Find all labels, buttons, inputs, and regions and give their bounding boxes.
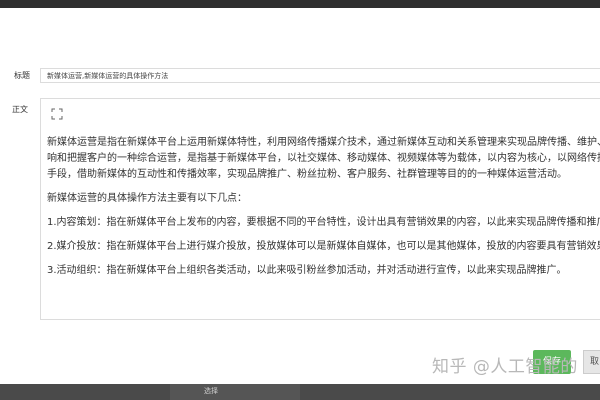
overlay-top-bar [0, 0, 600, 8]
watermark: 知乎 @人工智能的 [432, 357, 578, 377]
background-footer [0, 384, 600, 400]
cancel-button[interactable]: 取 [583, 350, 600, 374]
title-input[interactable]: 新媒体运营,新媒体运营的具体操作方法 [40, 68, 600, 83]
edit-dialog: 标题 新媒体运营,新媒体运营的具体操作方法 正文 新媒体运营是指在新媒体平台上运… [0, 8, 600, 384]
editor-paragraph: 3.活动组织：指在新媒体平台上组织各类活动，以此来吸引粉丝参加活动，并对活动进行… [47, 265, 567, 276]
fullscreen-icon[interactable] [51, 108, 63, 120]
title-label: 标题 [14, 71, 30, 80]
editor-paragraph: 新媒体运营是指在新媒体平台上运用新媒体特性，利用网络传播媒介技术，通过新媒体互动… [47, 137, 600, 180]
editor-paragraph: 2.媒介投放：指在新媒体平台上进行媒介投放，投放媒体可以是新媒体自媒体，也可以是… [47, 241, 600, 252]
footer-segment [170, 384, 300, 400]
editor-paragraph: 1.内容策划：指在新媒体平台上发布的内容，要根据不同的平台特性，设计出具有营销效… [47, 217, 600, 228]
body-label: 正文 [12, 105, 28, 114]
editor-content[interactable]: 新媒体运营是指在新媒体平台上运用新媒体特性，利用网络传播媒介技术，通过新媒体互动… [47, 135, 600, 287]
footer-label: 选择 [204, 387, 218, 395]
editor-paragraph: 新媒体运营的具体操作方法主要有以下几点： [47, 193, 247, 204]
rich-text-editor[interactable]: 新媒体运营是指在新媒体平台上运用新媒体特性，利用网络传播媒介技术，通过新媒体互动… [40, 98, 600, 320]
